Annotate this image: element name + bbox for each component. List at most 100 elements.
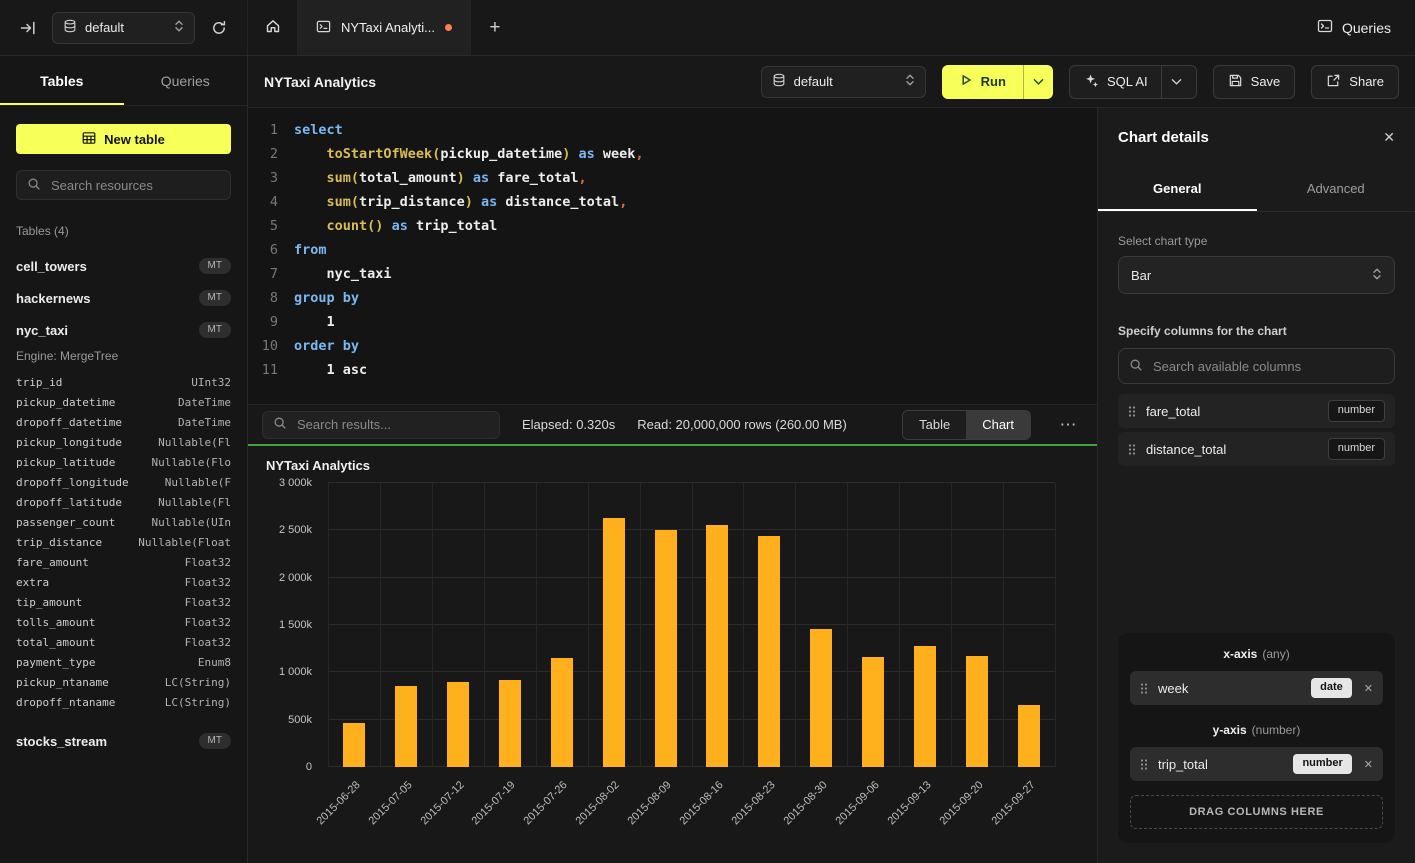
column-row[interactable]: total_amountFloat32 [16, 633, 231, 653]
query-database-selector[interactable]: default [761, 66, 926, 98]
tab-query-nytaxi[interactable]: NYTaxi Analyti... [298, 0, 471, 55]
column-row[interactable]: trip_idUInt32 [16, 373, 231, 393]
available-column-row[interactable]: distance_totalnumber [1118, 432, 1395, 466]
run-button[interactable]: Run [942, 65, 1023, 99]
sql-token: trip_distance [359, 194, 465, 210]
bar[interactable] [966, 656, 988, 767]
more-options-button[interactable]: ⋯ [1053, 415, 1083, 435]
drag-handle-icon[interactable] [1128, 405, 1136, 418]
column-row[interactable]: pickup_ntanameLC(String) [16, 673, 231, 693]
column-row[interactable]: payment_typeEnum8 [16, 653, 231, 673]
view-toggle-table[interactable]: Table [903, 411, 966, 439]
x-axis-field-type-badge: date [1311, 678, 1352, 697]
bar[interactable] [810, 629, 832, 767]
new-tab-button[interactable]: + [471, 0, 519, 55]
column-row[interactable]: dropoff_latitudeNullable(Fl [16, 493, 231, 513]
run-options-button[interactable] [1023, 65, 1053, 99]
queries-button[interactable]: Queries [1317, 18, 1391, 37]
column-row[interactable]: dropoff_longitudeNullable(F [16, 473, 231, 493]
column-row[interactable]: trip_distanceNullable(Float [16, 533, 231, 553]
save-icon [1228, 73, 1243, 91]
share-button-label: Share [1349, 74, 1384, 89]
new-table-button[interactable]: New table [16, 124, 231, 154]
column-row[interactable]: tip_amountFloat32 [16, 593, 231, 613]
tab-advanced[interactable]: Advanced [1257, 166, 1415, 211]
column-row[interactable]: dropoff_datetimeDateTime [16, 413, 231, 433]
bar[interactable] [447, 682, 469, 767]
drop-zone[interactable]: DRAG COLUMNS HERE [1130, 795, 1383, 829]
table-row[interactable]: hackernewsMT [16, 282, 231, 314]
sql-token: total_amount [359, 170, 457, 186]
remove-y-axis-field-icon[interactable]: ✕ [1364, 758, 1373, 771]
table-row[interactable]: cell_towersMT [16, 250, 231, 282]
sql-ai-button[interactable]: SQL AI [1069, 65, 1197, 99]
x-axis-field[interactable]: week date ✕ [1130, 671, 1383, 705]
column-type: LC(String) [165, 673, 231, 693]
chart-type-select[interactable]: Bar [1118, 256, 1395, 294]
close-icon[interactable]: ✕ [1383, 129, 1395, 146]
column-search-input[interactable] [1151, 358, 1384, 375]
sql-token: ) [457, 170, 465, 186]
bar[interactable] [551, 658, 573, 767]
sql-code[interactable]: select toStartOfWeek(pickup_datetime) as… [294, 118, 644, 404]
y-axis-label: y-axis [1213, 723, 1247, 737]
remove-x-axis-field-icon[interactable]: ✕ [1364, 682, 1373, 695]
y-tick-label: 500k [288, 714, 312, 726]
results-search-input[interactable] [295, 416, 489, 433]
bar[interactable] [343, 723, 365, 767]
column-type-badge: number [1328, 400, 1385, 421]
available-column-row[interactable]: fare_totalnumber [1118, 394, 1395, 428]
share-button[interactable]: Share [1311, 65, 1399, 99]
grid-line-vertical [847, 483, 848, 767]
bar[interactable] [499, 680, 521, 767]
content-body: 1234567891011 select toStartOfWeek(picku… [248, 108, 1415, 863]
query-database-value: default [794, 74, 897, 89]
drag-handle-icon[interactable] [1128, 443, 1136, 456]
column-type: Enum8 [198, 653, 231, 673]
bar[interactable] [706, 525, 728, 767]
line-number: 8 [248, 286, 278, 310]
column-row[interactable]: passenger_countNullable(UIn [16, 513, 231, 533]
refresh-icon[interactable] [205, 14, 233, 42]
bar[interactable] [758, 536, 780, 767]
sidebar-tab-queries[interactable]: Queries [124, 56, 248, 105]
column-row[interactable]: fare_amountFloat32 [16, 553, 231, 573]
bar[interactable] [655, 530, 677, 767]
view-toggle-chart[interactable]: Chart [966, 411, 1030, 439]
tab-general[interactable]: General [1098, 166, 1257, 211]
tab-home[interactable] [248, 0, 298, 55]
grid-line-vertical [380, 483, 381, 767]
tables-list: cell_towersMThackernewsMTnyc_taxiMTEngin… [16, 250, 231, 757]
x-tick-label: 2015-08-02 [574, 779, 622, 827]
chart-details-title: Chart details [1118, 129, 1209, 146]
column-row[interactable]: pickup_datetimeDateTime [16, 393, 231, 413]
sql-editor[interactable]: 1234567891011 select toStartOfWeek(picku… [248, 108, 1097, 404]
bar[interactable] [395, 686, 417, 767]
sidebar-body: New table Tables (4) cell_towersMThacker… [0, 106, 247, 767]
bar[interactable] [603, 518, 625, 767]
column-row[interactable]: tolls_amountFloat32 [16, 613, 231, 633]
column-row[interactable]: extraFloat32 [16, 573, 231, 593]
table-name: nyc_taxi [16, 323, 68, 338]
column-row[interactable]: pickup_longitudeNullable(Fl [16, 433, 231, 453]
x-tick-label: 2015-08-30 [782, 779, 830, 827]
bar[interactable] [862, 657, 884, 767]
search-icon [27, 177, 41, 194]
chevron-down-icon[interactable] [1171, 74, 1182, 89]
drag-handle-icon[interactable] [1140, 682, 1148, 695]
table-row[interactable]: stocks_streamMT [16, 725, 231, 757]
save-button[interactable]: Save [1213, 65, 1296, 99]
drag-handle-icon[interactable] [1140, 758, 1148, 771]
table-row[interactable]: nyc_taxiMT [16, 314, 231, 346]
bar[interactable] [1018, 705, 1040, 767]
y-axis-field[interactable]: trip_total number ✕ [1130, 747, 1383, 781]
sidebar-tab-tables[interactable]: Tables [0, 56, 124, 105]
column-row[interactable]: pickup_latitudeNullable(Flo [16, 453, 231, 473]
column-row[interactable]: dropoff_ntanameLC(String) [16, 693, 231, 713]
resource-search-input[interactable] [49, 177, 220, 194]
collapse-sidebar-icon[interactable] [14, 14, 42, 42]
column-type: Nullable(Float [138, 533, 231, 553]
line-number: 3 [248, 166, 278, 190]
bar[interactable] [914, 646, 936, 767]
database-selector[interactable]: default [52, 12, 195, 44]
